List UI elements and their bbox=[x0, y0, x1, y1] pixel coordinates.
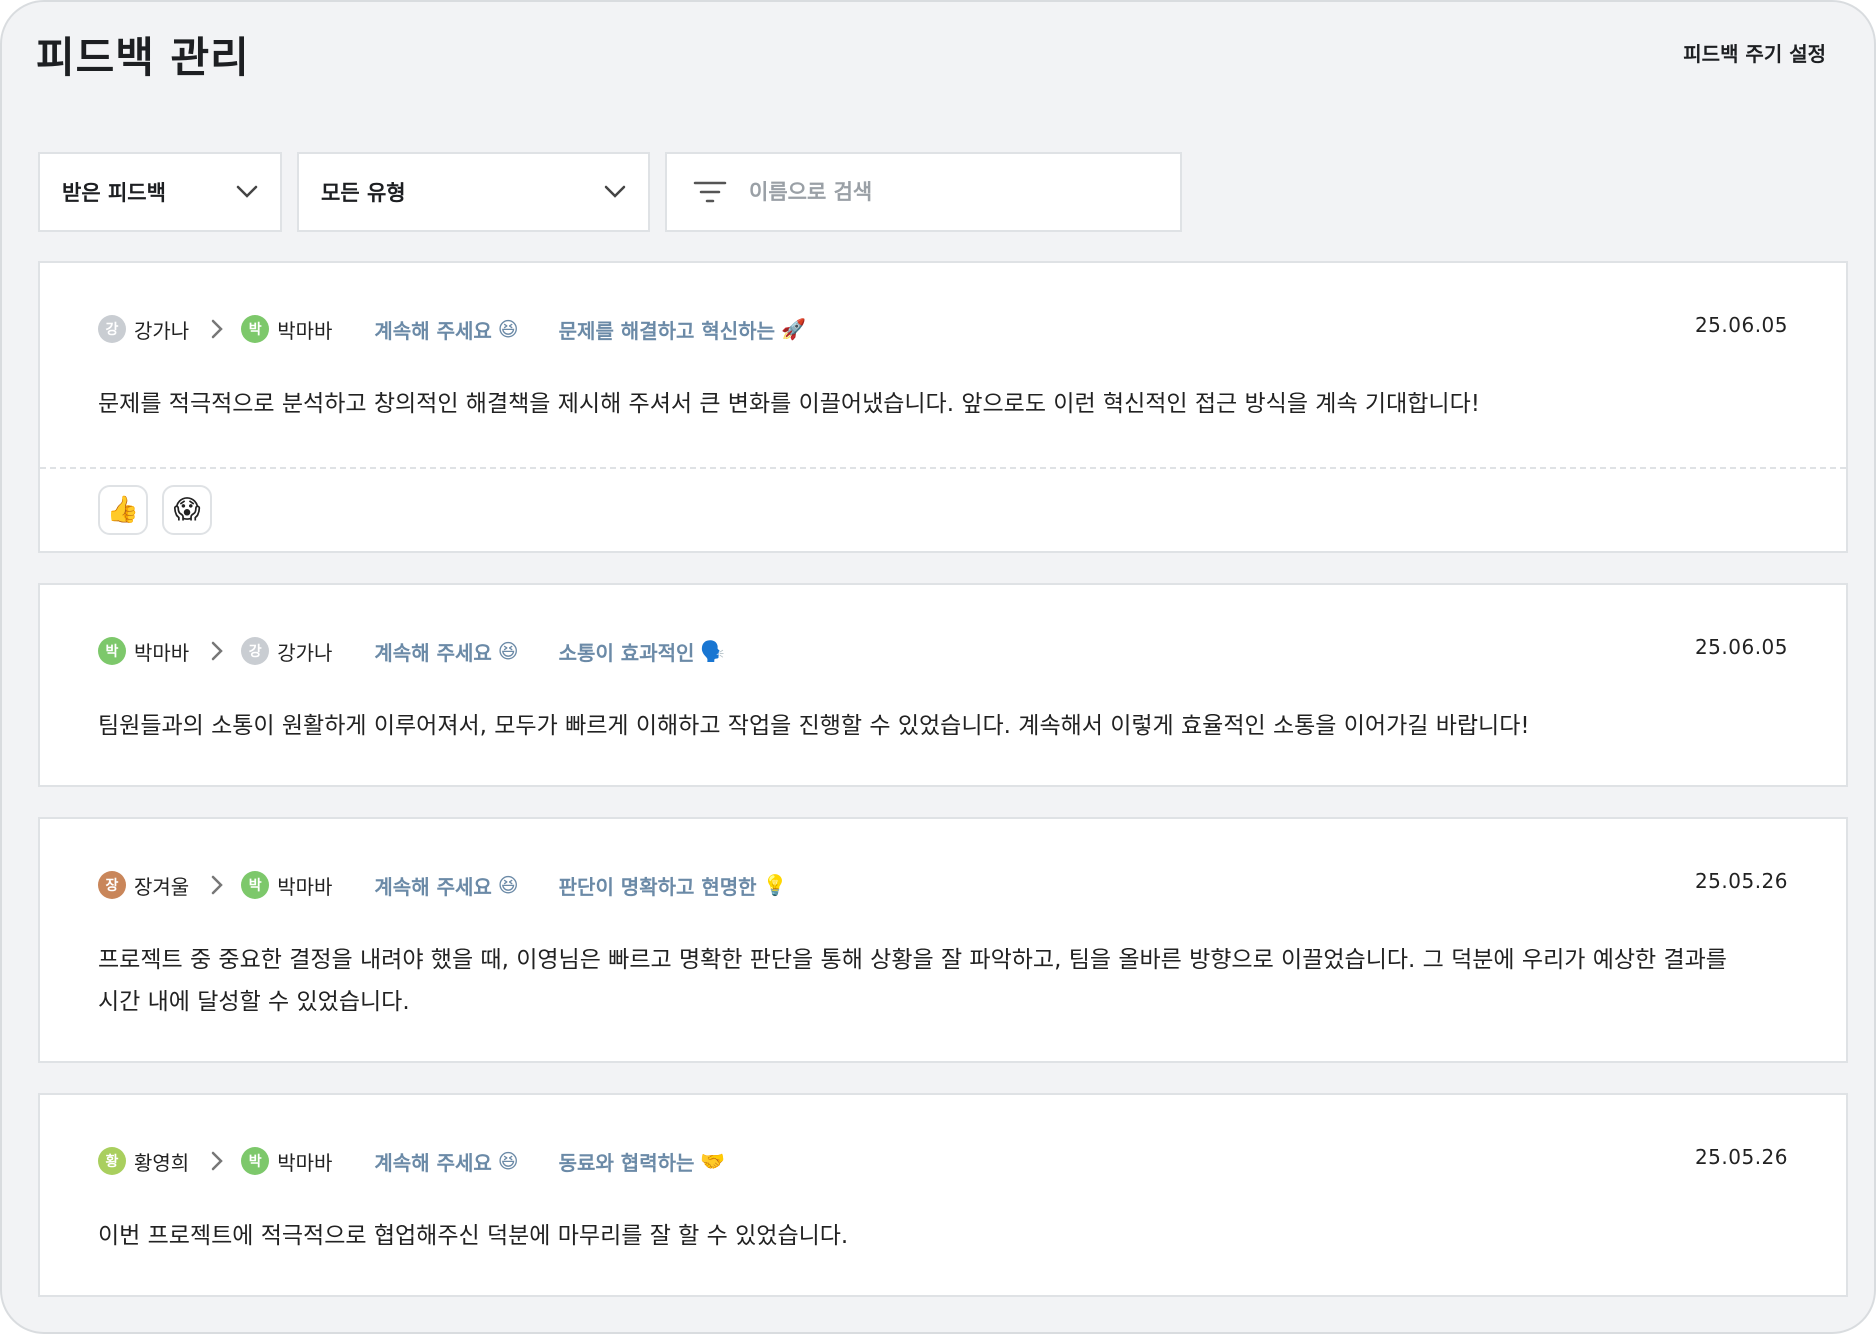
feedback-trait-tag: 소통이 효과적인 🗣️ bbox=[559, 637, 726, 666]
receiver: 박 박마바 bbox=[241, 871, 332, 900]
feedback-scope-value: 받은 피드백 bbox=[62, 181, 166, 205]
sender-name: 강가나 bbox=[134, 318, 190, 343]
avatar: 박 bbox=[241, 871, 270, 899]
tag-label: 계속해 주세요 bbox=[374, 1150, 492, 1175]
grinning-squint-icon: 😆 bbox=[497, 317, 519, 341]
receiver: 박 박마바 bbox=[241, 1147, 332, 1176]
sender: 장 장겨울 bbox=[98, 871, 189, 900]
tag-label: 소통이 효과적인 bbox=[558, 640, 695, 665]
rocket-icon: 🚀 bbox=[780, 317, 806, 341]
chevron-right-icon bbox=[211, 875, 223, 895]
grinning-squint-icon: 😆 bbox=[497, 639, 519, 663]
chevron-right-icon bbox=[211, 1151, 223, 1171]
feedback-card: 강 강가나 박 박마바 계속해 주세요 😆 문제를 해결하고 혁신하는 🚀 25… bbox=[38, 261, 1848, 553]
tag-label: 동료와 협력하는 bbox=[558, 1150, 695, 1175]
receiver-name: 박마바 bbox=[277, 1150, 333, 1175]
feedback-date: 25.05.26 bbox=[1694, 1145, 1788, 1169]
feedback-list: 강 강가나 박 박마바 계속해 주세요 😆 문제를 해결하고 혁신하는 🚀 25… bbox=[38, 261, 1848, 1327]
thumbs-up-reaction-button[interactable]: 👍 bbox=[98, 485, 148, 535]
filter-icon bbox=[693, 181, 727, 203]
tag-label: 계속해 주세요 bbox=[374, 640, 492, 665]
grinning-squint-icon: 😆 bbox=[497, 873, 519, 897]
feedback-date: 25.06.05 bbox=[1694, 635, 1788, 659]
avatar: 강 bbox=[98, 315, 126, 343]
feedback-meta: 박 박마바 강 강가나 계속해 주세요 😆 소통이 효과적인 🗣️ bbox=[98, 635, 1788, 667]
chevron-down-icon bbox=[604, 185, 626, 198]
feedback-meta: 장 장겨울 박 박마바 계속해 주세요 😆 판단이 명확하고 현명한 💡 bbox=[98, 869, 1788, 901]
feedback-trait-tag: 문제를 해결하고 혁신하는 🚀 bbox=[559, 315, 806, 344]
feedback-category-tag: 계속해 주세요 😆 bbox=[374, 871, 518, 900]
feedback-type-value: 모든 유형 bbox=[321, 181, 406, 205]
sender-name: 박마바 bbox=[134, 640, 190, 665]
scream-reaction-button[interactable]: 😱 bbox=[162, 485, 212, 535]
feedback-text: 문제를 적극적으로 분석하고 창의적인 해결책을 제시해 주셔서 큰 변화를 이… bbox=[98, 391, 1480, 417]
avatar: 박 bbox=[241, 315, 270, 343]
handshake-icon: 🤝 bbox=[700, 1149, 726, 1173]
receiver-name: 강가나 bbox=[277, 640, 333, 665]
page-title: 피드백 관리 bbox=[36, 33, 250, 82]
feedback-meta: 황 황영희 박 박마바 계속해 주세요 😆 동료와 협력하는 🤝 bbox=[98, 1145, 1788, 1177]
sender-name: 장겨울 bbox=[134, 874, 190, 899]
chevron-right-icon bbox=[211, 641, 223, 661]
sender-name: 황영희 bbox=[134, 1150, 190, 1175]
feedback-date: 25.05.26 bbox=[1694, 869, 1788, 893]
name-search-input[interactable] bbox=[749, 180, 1129, 204]
receiver: 박 박마바 bbox=[241, 315, 332, 344]
speaking-head-icon: 🗣️ bbox=[700, 639, 726, 663]
tag-label: 계속해 주세요 bbox=[374, 318, 492, 343]
feedback-trait-tag: 동료와 협력하는 🤝 bbox=[559, 1147, 726, 1176]
receiver-name: 박마바 bbox=[277, 874, 333, 899]
feedback-cycle-settings-link[interactable]: 피드백 주기 설정 bbox=[1683, 38, 1826, 67]
tag-label: 문제를 해결하고 혁신하는 bbox=[558, 318, 775, 343]
name-search-box[interactable] bbox=[665, 152, 1182, 232]
feedback-card: 박 박마바 강 강가나 계속해 주세요 😆 소통이 효과적인 🗣️ 25.06.… bbox=[38, 583, 1848, 787]
sender: 강 강가나 bbox=[98, 315, 189, 344]
avatar: 박 bbox=[98, 637, 126, 665]
grinning-squint-icon: 😆 bbox=[497, 1149, 519, 1173]
feedback-card: 황 황영희 박 박마바 계속해 주세요 😆 동료와 협력하는 🤝 25.05.2… bbox=[38, 1093, 1848, 1297]
reaction-bar: 👍 😱 bbox=[40, 467, 1846, 551]
feedback-trait-tag: 판단이 명확하고 현명한 💡 bbox=[559, 871, 788, 900]
feedback-category-tag: 계속해 주세요 😆 bbox=[374, 637, 518, 666]
sender: 황 황영희 bbox=[98, 1147, 189, 1176]
avatar: 장 bbox=[98, 871, 126, 899]
light-bulb-icon: 💡 bbox=[762, 873, 788, 897]
receiver-name: 박마바 bbox=[277, 318, 333, 343]
sender: 박 박마바 bbox=[98, 637, 189, 666]
receiver: 강 강가나 bbox=[241, 637, 332, 666]
feedback-scope-select[interactable]: 받은 피드백 bbox=[38, 152, 282, 232]
avatar: 강 bbox=[241, 637, 270, 665]
feedback-text: 프로젝트 중 중요한 결정을 내려야 했을 때, 이영님은 빠르고 명확한 판단… bbox=[98, 947, 1727, 1015]
feedback-text: 팀원들과의 소통이 원활하게 이루어져서, 모두가 빠르게 이해하고 작업을 진… bbox=[98, 713, 1530, 739]
feedback-category-tag: 계속해 주세요 😆 bbox=[374, 1147, 518, 1176]
tag-label: 판단이 명확하고 현명한 bbox=[558, 874, 757, 899]
avatar: 황 bbox=[98, 1147, 126, 1175]
tag-label: 계속해 주세요 bbox=[374, 874, 492, 899]
filter-bar: 받은 피드백 모든 유형 bbox=[38, 152, 1182, 232]
feedback-card: 장 장겨울 박 박마바 계속해 주세요 😆 판단이 명확하고 현명한 💡 25.… bbox=[38, 817, 1848, 1063]
avatar: 박 bbox=[241, 1147, 270, 1175]
feedback-text: 이번 프로젝트에 적극적으로 협업해주신 덕분에 마무리를 잘 할 수 있었습니… bbox=[98, 1223, 849, 1249]
chevron-right-icon bbox=[211, 319, 223, 339]
app-window: 피드백 관리 피드백 주기 설정 받은 피드백 모든 유형 강 강가나 bbox=[0, 0, 1876, 1334]
feedback-type-select[interactable]: 모든 유형 bbox=[297, 152, 650, 232]
chevron-down-icon bbox=[236, 185, 258, 198]
feedback-meta: 강 강가나 박 박마바 계속해 주세요 😆 문제를 해결하고 혁신하는 🚀 bbox=[98, 313, 1788, 345]
feedback-category-tag: 계속해 주세요 😆 bbox=[374, 315, 518, 344]
feedback-date: 25.06.05 bbox=[1694, 313, 1788, 337]
